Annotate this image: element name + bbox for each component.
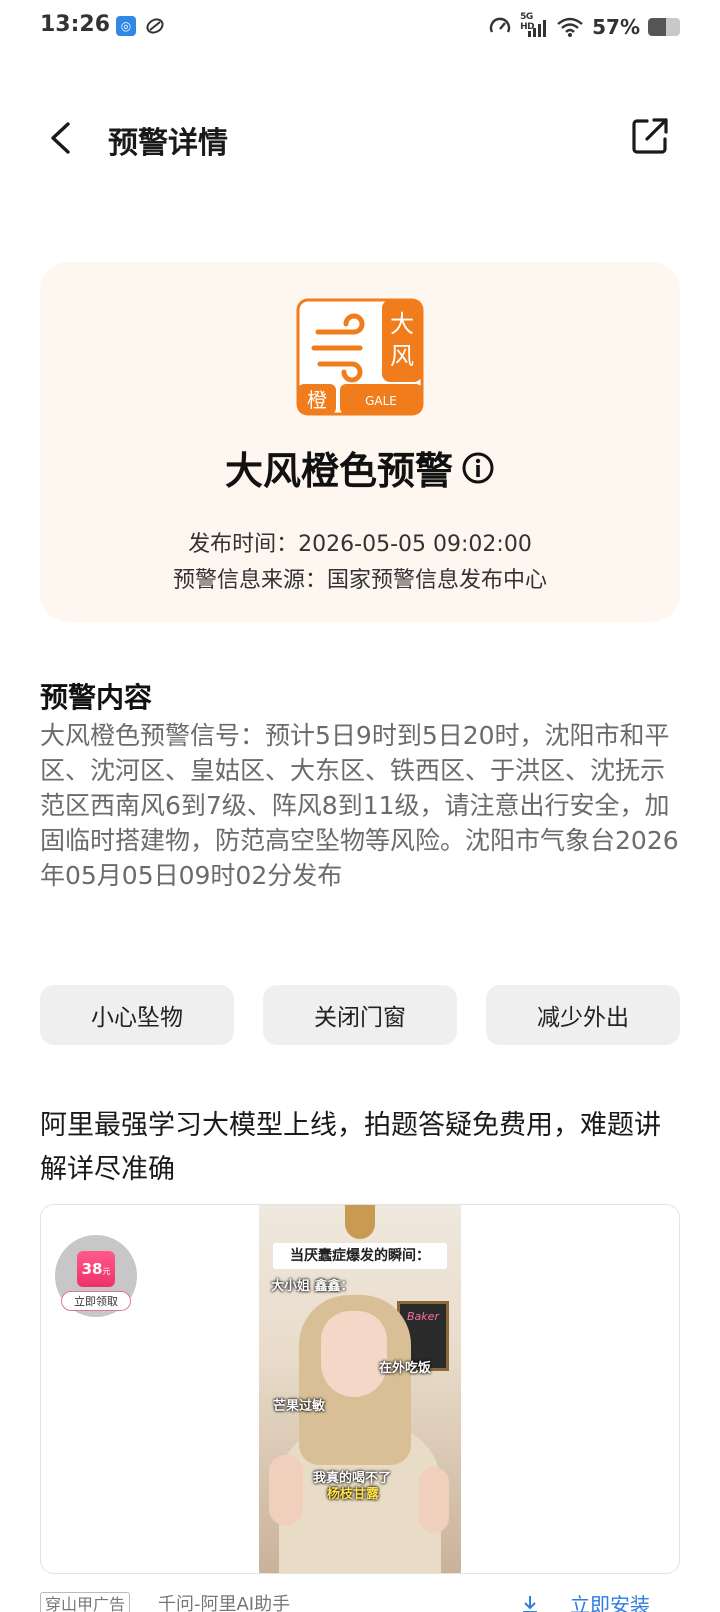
content-section-title: 预警内容 [40,681,153,714]
publish-time: 发布时间：2026-05-05 09:02:00 [188,532,532,557]
status-time: 13:26 [40,12,111,37]
warning-source: 预警信息来源：国家预警信息发布中心 [172,568,547,593]
chip-reduce-going-out[interactable]: 减少外出 [486,985,680,1045]
link-app-notification-icon [146,18,164,34]
cellular-signal-icon: 5G HD [520,12,548,38]
person-hand-left [269,1455,303,1525]
ad-source: 千问-阿里AI助手 [158,1594,291,1612]
status-right-group: 5G HD 57% [488,12,680,40]
ad-video-thumbnail[interactable]: Baker 当厌蠢症爆发的瞬间： 大小姐 鑫鑫： 在外吃饭 芒果过敏 我真的喝不… [259,1205,461,1573]
chip-close-doors-windows[interactable]: 关闭门窗 [263,985,457,1045]
status-bar: 13:26 ◎ 5G HD 57% [0,0,720,58]
ad-media[interactable]: 38元 立即领取 Baker 当厌蠢症爆发的瞬间： 大小姐 鑫鑫： 在外吃饭 芒… [40,1204,680,1574]
app-header: 预警详情 [0,100,720,176]
warning-title: 大风橙色预警 [224,449,453,493]
ad-title[interactable]: 阿里最强学习大模型上线，拍题答疑免费用，难题讲解详尽准确 [40,1104,680,1192]
video-caption-2: 在外吃饭 [379,1361,432,1376]
wifi-icon [557,17,583,37]
icon-level-char: 橙 [307,388,327,412]
advice-chips: 小心坠物 关闭门窗 减少外出 [40,985,680,1045]
page-title: 预警详情 [108,126,228,161]
lamp-shape [345,1205,375,1239]
share-button[interactable] [628,114,672,158]
ad-tag: 穿山甲广告 [40,1592,131,1612]
video-caption-3: 芒果过敏 [273,1399,326,1414]
external-share-icon [632,118,668,154]
chip-beware-falling-objects[interactable]: 小心坠物 [40,985,234,1045]
download-icon[interactable] [520,1594,540,1612]
coupon-badge[interactable]: 38元 立即领取 [55,1235,137,1317]
coupon-claim-button[interactable]: 立即领取 [61,1291,131,1311]
icon-char-bottom: 风 [390,342,414,370]
gale-orange-warning-icon: 大 风 橙 GALE [296,298,424,416]
person-hand-right [419,1467,449,1533]
warning-title-row: 大风橙色预警 [40,440,680,495]
chevron-left-icon [51,122,70,154]
video-caption-1: 大小姐 鑫鑫： [271,1279,354,1294]
icon-english-label: GALE [365,394,397,408]
weather-app-notification-icon: ◎ [116,16,136,36]
content-body: 大风橙色预警信号：预计5日9时到5日20时，沈阳市和平区、沈河区、皇姑区、大东区… [40,721,679,890]
person-face [321,1311,387,1397]
speed-gauge-icon [489,17,511,33]
back-button[interactable] [40,116,80,160]
battery-icon [648,18,680,36]
battery-fill [648,18,667,36]
battery-percent: 57% [592,15,640,39]
ad-footer: 穿山甲广告 千问-阿里AI助手 立即安装 [40,1592,680,1612]
info-icon[interactable] [461,451,495,485]
icon-char-top: 大 [390,310,414,338]
coupon-amount: 38元 [77,1251,115,1287]
install-button[interactable]: 立即安装 [570,1592,650,1612]
warning-card: 大 风 橙 GALE 大风橙色预警 发布时间：2026-05-05 09:02:… [40,262,680,622]
video-caption-headline: 当厌蠢症爆发的瞬间： [273,1243,447,1269]
video-caption-5: 杨枝甘露 [327,1487,380,1502]
